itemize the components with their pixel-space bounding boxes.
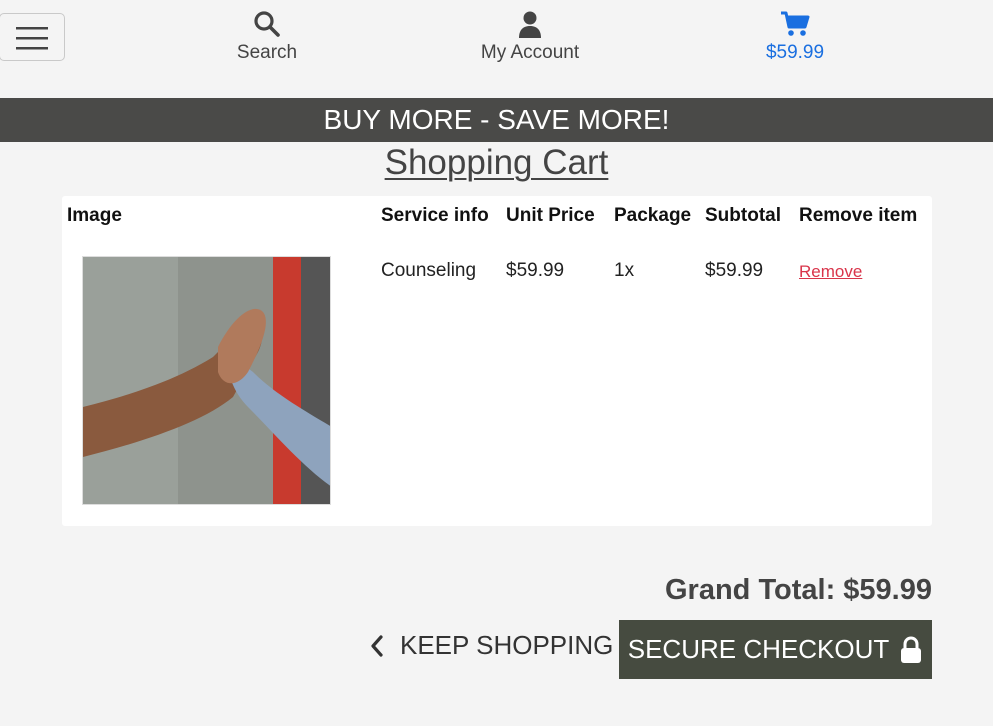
secure-checkout-button[interactable]: SECURE CHECKOUT [619, 620, 932, 679]
promo-banner: BUY MORE - SAVE MORE! [0, 98, 993, 142]
nav-my-account-label: My Account [480, 42, 580, 63]
remove-item-link[interactable]: Remove [799, 262, 862, 282]
cart-table: Image Service info Unit Price Package Su… [62, 196, 932, 526]
item-subtotal: $59.99 [705, 260, 764, 281]
column-header-package: Package [614, 205, 692, 226]
keep-shopping-button[interactable]: KEEP SHOPPING [368, 630, 613, 661]
nav-search-label: Search [236, 42, 298, 63]
hamburger-icon [16, 27, 48, 50]
user-icon [519, 11, 541, 38]
column-header-image: Image [67, 205, 122, 226]
chevron-left-icon [371, 634, 383, 657]
column-header-subtotal: Subtotal [705, 205, 781, 226]
nav-my-account[interactable]: My Account [460, 8, 600, 64]
cart-icon [781, 11, 810, 36]
column-header-remove-item: Remove item [799, 205, 918, 226]
product-photo [83, 257, 330, 504]
keep-shopping-label: KEEP SHOPPING [400, 630, 614, 660]
top-navigation: Search My Account $59.99 [0, 0, 993, 98]
column-header-unit-price: Unit Price [506, 205, 595, 226]
nav-cart[interactable]: $59.99 [735, 8, 855, 64]
item-package: 1x [614, 260, 635, 281]
item-service: Counseling [381, 260, 477, 281]
grand-total: Grand Total: $59.99 [665, 574, 932, 606]
lock-icon [901, 635, 922, 663]
nav-search[interactable]: Search [207, 8, 327, 64]
column-header-service-info: Service info [381, 205, 489, 226]
cart-total-label: $59.99 [765, 42, 825, 63]
item-unit-price: $59.99 [506, 260, 565, 281]
product-image [82, 256, 331, 505]
menu-button[interactable] [0, 13, 65, 61]
search-icon [254, 11, 280, 37]
page-title: Shopping Cart [384, 143, 609, 182]
secure-checkout-label: SECURE CHECKOUT [627, 634, 890, 664]
